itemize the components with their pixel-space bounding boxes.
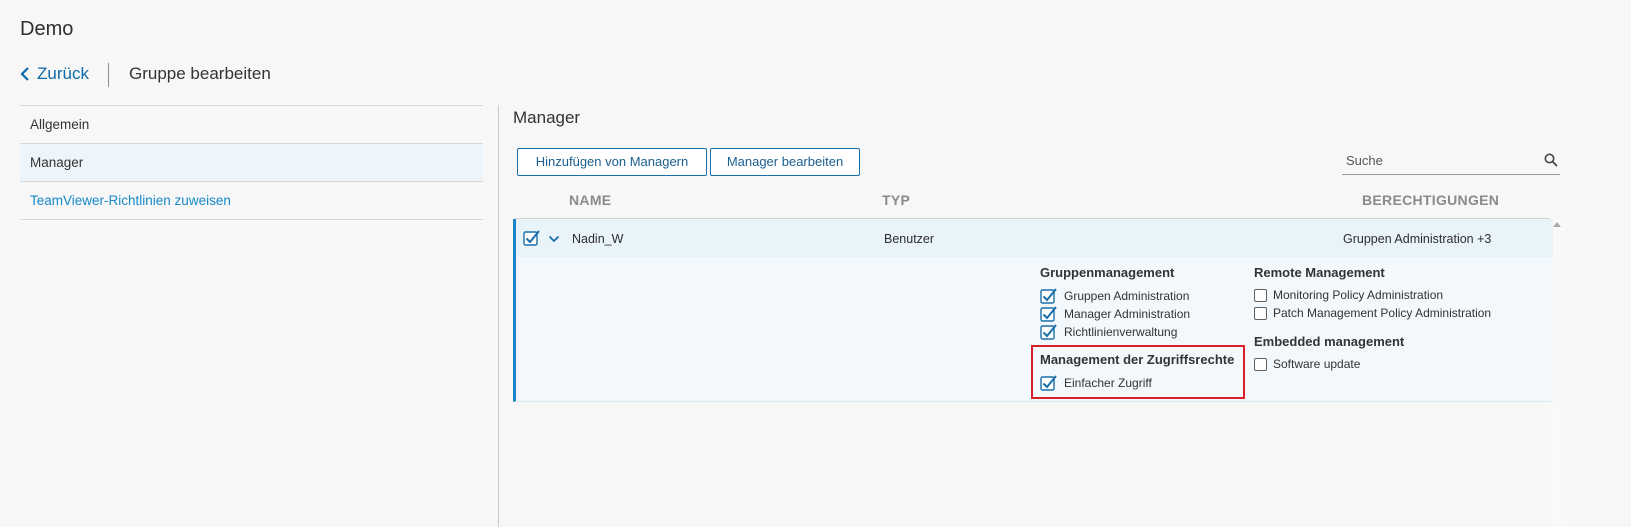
embedded-management-heading: Embedded management [1254, 334, 1405, 349]
sidebar-item-teamviewer-policies[interactable]: TeamViewer-Richtlinien zuweisen [20, 181, 483, 220]
checkbox-checked-icon[interactable] [1040, 287, 1058, 305]
access-management-heading: Management der Zugriffsrechte [1040, 352, 1235, 367]
column-header-name[interactable]: NAME [569, 192, 611, 208]
app-title: Demo [20, 18, 74, 40]
permission-manager-administration[interactable]: Manager Administration [1040, 305, 1190, 323]
breadcrumb-separator [108, 63, 109, 87]
sidebar-item-manager[interactable]: Manager [20, 143, 483, 181]
checkbox-unchecked[interactable] [1254, 357, 1267, 371]
manager-type: Benutzer [884, 232, 935, 246]
sidebar: Allgemein Manager TeamViewer-Richtlinien… [20, 105, 483, 220]
page-title: Gruppe bearbeiten [129, 64, 271, 83]
add-managers-button[interactable]: Hinzufügen von Managern [517, 148, 707, 176]
group-management-heading: Gruppenmanagement [1040, 265, 1175, 280]
chevron-down-icon[interactable] [548, 234, 560, 244]
search-box [1342, 148, 1560, 175]
column-header-type[interactable]: TYP [882, 192, 910, 208]
scroll-up-arrow-icon[interactable] [1553, 222, 1561, 227]
section-title: Manager [513, 108, 581, 127]
chevron-left-icon [20, 67, 29, 81]
panel-divider [498, 105, 499, 527]
search-icon[interactable] [1544, 153, 1558, 167]
permissions-summary: Gruppen Administration +3 [1343, 232, 1492, 246]
checkbox-checked-icon[interactable] [1040, 305, 1058, 323]
edit-managers-button[interactable]: Manager bearbeiten [710, 148, 860, 176]
permission-label: Software update [1273, 357, 1361, 371]
permission-patch-management-policy[interactable]: Patch Management Policy Administration [1254, 306, 1491, 320]
permission-einfacher-zugriff[interactable]: Einfacher Zugriff [1040, 374, 1152, 392]
permission-monitoring-policy[interactable]: Monitoring Policy Administration [1254, 288, 1443, 302]
permission-software-update[interactable]: Software update [1254, 357, 1360, 371]
search-input[interactable] [1342, 148, 1536, 172]
permission-label: Einfacher Zugriff [1064, 376, 1152, 390]
permission-label: Monitoring Policy Administration [1273, 288, 1444, 302]
row-checkbox[interactable] [523, 229, 541, 247]
remote-management-heading: Remote Management [1254, 265, 1385, 280]
permission-label: Gruppen Administration [1064, 289, 1190, 303]
permission-richtlinienverwaltung[interactable]: Richtlinienverwaltung [1040, 323, 1177, 341]
column-header-permissions[interactable]: BERECHTIGUNGEN [1362, 192, 1499, 208]
back-link[interactable]: Zurück [20, 64, 89, 84]
permission-label: Manager Administration [1064, 307, 1191, 321]
permission-label: Richtlinienverwaltung [1064, 325, 1178, 339]
permission-label: Patch Management Policy Administration [1273, 306, 1492, 320]
checkbox-unchecked[interactable] [1254, 306, 1267, 320]
checkbox-checked-icon[interactable] [1040, 374, 1058, 392]
checkbox-unchecked[interactable] [1254, 288, 1267, 302]
sidebar-item-allgemein[interactable]: Allgemein [20, 105, 483, 143]
back-label: Zurück [37, 64, 89, 83]
checkbox-checked-icon[interactable] [1040, 323, 1058, 341]
permission-gruppen-administration[interactable]: Gruppen Administration [1040, 287, 1189, 305]
manager-name: Nadin_W [572, 232, 624, 246]
